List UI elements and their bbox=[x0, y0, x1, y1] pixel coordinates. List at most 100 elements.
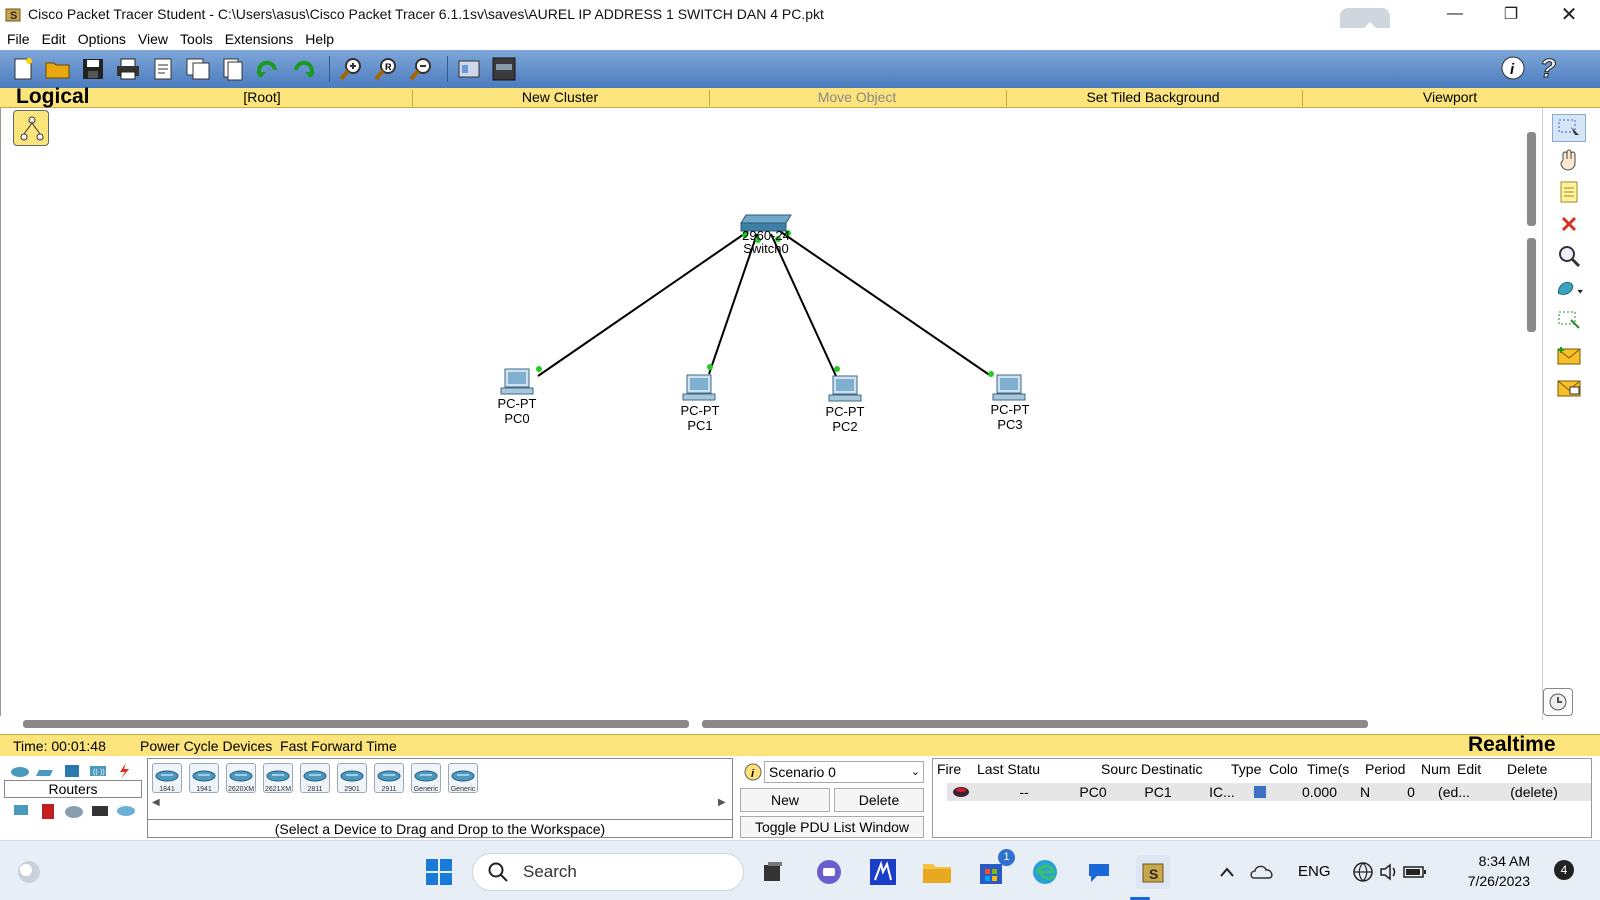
help-icon[interactable]: ? bbox=[1536, 53, 1560, 85]
menu-tools[interactable]: Tools bbox=[180, 31, 213, 47]
zoom-reset-icon[interactable]: R bbox=[371, 54, 401, 84]
pdu-column-header[interactable]: Last Statu bbox=[973, 761, 1097, 781]
file-explorer-icon[interactable] bbox=[920, 855, 954, 889]
multiuser-category-icon[interactable] bbox=[116, 802, 136, 820]
restore-button[interactable]: ❐ bbox=[1488, 0, 1534, 28]
show-hidden-icons-chevron-icon[interactable] bbox=[1210, 855, 1244, 889]
switches-category-icon[interactable] bbox=[36, 762, 56, 780]
pdu-column-header[interactable]: Edit bbox=[1453, 761, 1503, 781]
copy-icon[interactable] bbox=[218, 54, 248, 84]
device-model-button[interactable]: 2621XM bbox=[263, 763, 293, 793]
new-file-icon[interactable] bbox=[8, 54, 38, 84]
pdu-column-header[interactable]: Colo bbox=[1265, 761, 1303, 781]
battery-icon[interactable] bbox=[1398, 855, 1432, 889]
custom-device-icon[interactable] bbox=[183, 54, 213, 84]
pdu-delete-link[interactable]: (delete) bbox=[1479, 784, 1589, 800]
undo-icon[interactable] bbox=[253, 54, 283, 84]
custom-devices-category-icon[interactable] bbox=[90, 802, 110, 820]
pc-device-pc2[interactable]: PC-PT PC2 bbox=[826, 375, 865, 434]
move-object-button[interactable]: Move Object bbox=[757, 89, 957, 105]
close-button[interactable]: ✕ bbox=[1546, 0, 1592, 28]
redo-icon[interactable] bbox=[288, 54, 318, 84]
system-clock[interactable]: 8:34 AM 7/26/2023 bbox=[1452, 851, 1530, 891]
wireless-category-icon[interactable]: ((·)) bbox=[88, 762, 108, 780]
device-model-button[interactable]: 2901 bbox=[337, 763, 367, 793]
zoom-out-icon[interactable] bbox=[406, 54, 436, 84]
scroll-right-icon[interactable]: ▶ bbox=[718, 797, 726, 808]
scenario-select[interactable]: Scenario 0 ⌄ bbox=[764, 761, 924, 783]
edge-browser-icon[interactable] bbox=[1028, 855, 1062, 889]
new-cluster-button[interactable]: New Cluster bbox=[460, 89, 660, 105]
pdu-column-header[interactable]: Sourc bbox=[1097, 761, 1137, 781]
workspace-vertical-scrollbar[interactable] bbox=[1524, 108, 1540, 718]
save-icon[interactable] bbox=[78, 54, 108, 84]
weather-widget-icon[interactable] bbox=[12, 855, 46, 889]
add-simple-pdu-icon[interactable] bbox=[1555, 342, 1583, 370]
device-model-button[interactable]: 2911 bbox=[374, 763, 404, 793]
horizontal-scroll-thumb[interactable] bbox=[23, 720, 689, 728]
device-model-button[interactable]: 1941 bbox=[189, 763, 219, 793]
fire-indicator-icon[interactable] bbox=[947, 786, 975, 798]
activity-wizard-icon[interactable] bbox=[148, 54, 178, 84]
device-model-button[interactable]: Generic bbox=[411, 763, 441, 793]
pc-device-pc1[interactable]: PC-PT PC1 bbox=[681, 374, 720, 433]
notification-count-badge[interactable]: 4 bbox=[1554, 860, 1574, 880]
pdu-column-header[interactable]: Fire bbox=[933, 761, 973, 781]
pdu-column-header[interactable]: Delete bbox=[1503, 761, 1573, 781]
pc-device-pc0[interactable]: PC-PT PC0 bbox=[498, 368, 537, 426]
delete-scenario-button[interactable]: Delete bbox=[834, 788, 924, 812]
delete-icon[interactable] bbox=[1555, 210, 1583, 238]
menu-options[interactable]: Options bbox=[78, 31, 126, 47]
security-category-icon[interactable] bbox=[38, 802, 58, 820]
hubs-category-icon[interactable] bbox=[62, 762, 82, 780]
connections-category-icon[interactable] bbox=[114, 762, 134, 780]
drawing-palette-icon[interactable] bbox=[454, 54, 484, 84]
link-pc3[interactable] bbox=[780, 231, 992, 377]
minimize-button[interactable]: — bbox=[1432, 0, 1478, 28]
menu-edit[interactable]: Edit bbox=[42, 31, 66, 47]
menu-view[interactable]: View bbox=[138, 31, 168, 47]
scroll-left-icon[interactable]: ◀ bbox=[152, 797, 160, 808]
power-cycle-fast-forward-controls[interactable]: Power Cycle Devices Fast Forward Time bbox=[140, 738, 397, 754]
end-devices-category-icon[interactable] bbox=[12, 802, 32, 820]
info-icon[interactable]: i bbox=[1500, 54, 1526, 85]
logical-workspace[interactable]: 2960-24 Switch0 PC-PT PC0 PC-PT PC1 PC-P… bbox=[0, 108, 1520, 716]
switch-device[interactable]: 2960-24 Switch0 bbox=[740, 214, 792, 256]
zoom-in-icon[interactable] bbox=[336, 54, 366, 84]
root-button[interactable]: [Root] bbox=[162, 89, 362, 105]
teams-chat-icon[interactable] bbox=[812, 855, 846, 889]
select-icon[interactable] bbox=[1552, 114, 1586, 142]
print-icon[interactable] bbox=[113, 54, 143, 84]
toggle-pdu-list-button[interactable]: Toggle PDU List Window bbox=[740, 816, 924, 838]
menu-file[interactable]: File bbox=[7, 31, 30, 47]
device-model-button[interactable]: 2811 bbox=[300, 763, 330, 793]
vertical-scroll-thumb[interactable] bbox=[1527, 132, 1536, 226]
place-note-icon[interactable] bbox=[1555, 178, 1583, 206]
taskbar-search-box[interactable]: Search bbox=[472, 853, 744, 891]
pc-device-pc3[interactable]: PC-PT PC3 bbox=[991, 374, 1030, 432]
onedrive-icon[interactable] bbox=[1246, 855, 1280, 889]
realtime-mode-label[interactable]: Realtime bbox=[1468, 733, 1556, 757]
resize-shape-icon[interactable] bbox=[1555, 306, 1583, 334]
pdu-column-header[interactable]: Type bbox=[1227, 761, 1265, 781]
pdu-column-header[interactable]: Period bbox=[1361, 761, 1417, 781]
table-row[interactable]: -- PC0 PC1 IC... 0.000 N 0 (ed... (delet… bbox=[947, 783, 1591, 801]
vertical-scroll-thumb[interactable] bbox=[1527, 238, 1536, 332]
routers-category-icon[interactable] bbox=[10, 762, 30, 780]
pdu-column-header[interactable]: Time(s bbox=[1303, 761, 1361, 781]
device-model-button[interactable]: 1841 bbox=[152, 763, 182, 793]
open-folder-icon[interactable] bbox=[43, 54, 73, 84]
device-model-button[interactable]: Generic bbox=[448, 763, 478, 793]
chat-app-icon[interactable] bbox=[1082, 855, 1116, 889]
pdu-edit-link[interactable]: (ed... bbox=[1429, 784, 1479, 800]
input-language-indicator[interactable]: ENG bbox=[1298, 863, 1331, 880]
windows-start-icon[interactable] bbox=[422, 855, 456, 889]
pdu-column-header[interactable]: Num bbox=[1417, 761, 1453, 781]
draw-shape-icon[interactable] bbox=[1555, 274, 1583, 302]
pdu-column-header[interactable]: Destinatic bbox=[1137, 761, 1227, 781]
set-tiled-background-button[interactable]: Set Tiled Background bbox=[1053, 89, 1253, 105]
logical-mode-label[interactable]: Logical bbox=[16, 85, 90, 109]
workspace-horizontal-scrollbar[interactable] bbox=[0, 716, 1540, 730]
horizontal-scroll-thumb[interactable] bbox=[702, 720, 1368, 728]
realtime-clock-icon[interactable] bbox=[1543, 688, 1573, 716]
